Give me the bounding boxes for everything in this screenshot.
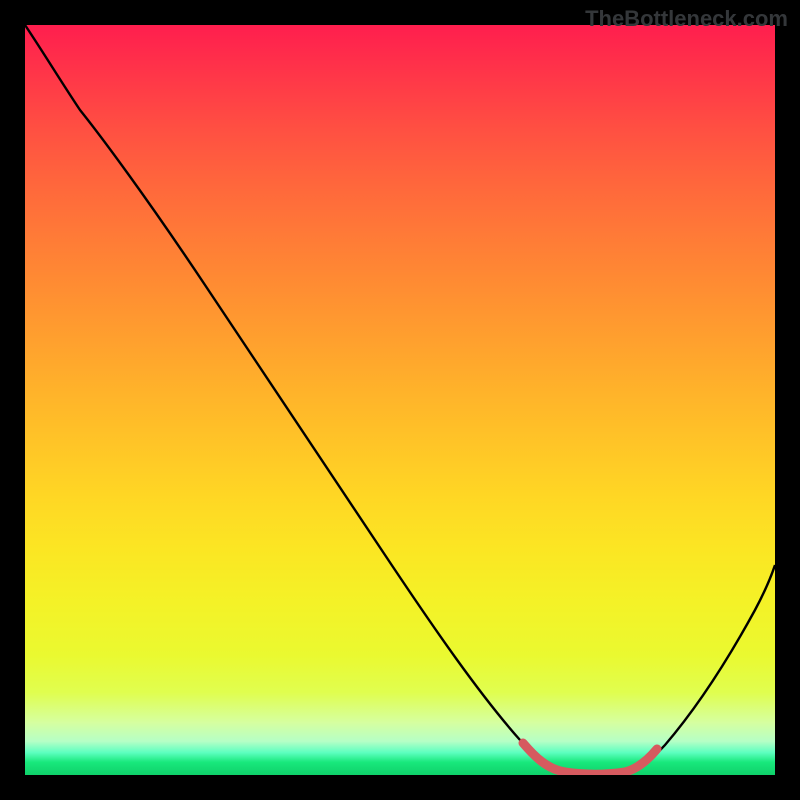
plot-area bbox=[25, 25, 775, 775]
watermark-text: TheBottleneck.com bbox=[585, 6, 788, 32]
optimal-marker-path bbox=[523, 743, 657, 774]
optimal-range-marker bbox=[25, 25, 775, 775]
